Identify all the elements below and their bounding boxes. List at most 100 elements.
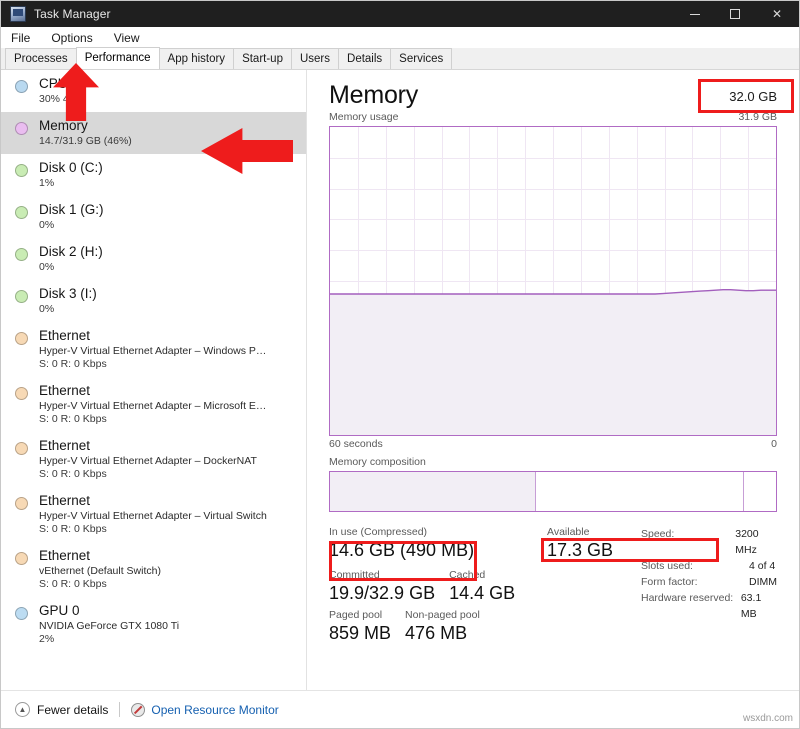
tab-start-up[interactable]: Start-up	[233, 48, 292, 69]
sidebar-item-ethernet-4[interactable]: EthernetHyper-V Virtual Ethernet Adapter…	[1, 487, 306, 542]
sidebar-item-memory[interactable]: Memory14.7/31.9 GB (46%)	[1, 112, 306, 154]
sidebar-item-text: EthernetHyper-V Virtual Ethernet Adapter…	[39, 438, 296, 481]
sidebar-item-text: EthernetHyper-V Virtual Ethernet Adapter…	[39, 493, 296, 536]
chevron-up-icon: ▲	[15, 702, 30, 717]
sidebar-item-gpu-0[interactable]: GPU 0NVIDIA GeForce GTX 1080 Ti2%	[1, 597, 306, 652]
detail-value: 4 of 4	[749, 558, 775, 574]
tab-processes[interactable]: Processes	[5, 48, 77, 69]
sidebar-item-ethernet-5[interactable]: EthernetvEthernet (Default Switch)S: 0 R…	[1, 542, 306, 597]
sidebar-item-stat: 2%	[39, 633, 296, 646]
sidebar-item-text: EthernetHyper-V Virtual Ethernet Adapter…	[39, 383, 296, 426]
committed-label: Committed	[329, 569, 435, 582]
title-bar: Task Manager ✕	[1, 1, 799, 27]
detail-row: Slots used:4 of 4	[641, 558, 777, 574]
status-dot-icon	[15, 164, 28, 177]
sidebar-item-subtitle: Hyper-V Virtual Ethernet Adapter – Micro…	[39, 400, 296, 413]
in-use-value: 14.6 GB (490 MB)	[329, 539, 547, 562]
menu-item-options[interactable]: Options	[49, 31, 101, 45]
stats-column-details: Speed:3200 MHzSlots used:4 of 4Form fact…	[635, 526, 777, 645]
tab-services[interactable]: Services	[390, 48, 452, 69]
resource-monitor-icon	[131, 703, 145, 717]
stats-column-middle: Available 17.3 GB	[547, 526, 635, 645]
paged-pool-label: Paged pool	[329, 609, 391, 622]
window-title: Task Manager	[34, 7, 111, 21]
memory-detail-panel: Memory 32.0 GB Memory usage 31.9 GB 60 s…	[307, 70, 799, 690]
sidebar-item-subtitle: vEthernet (Default Switch)	[39, 565, 296, 578]
sidebar-item-label: Disk 3 (I:)	[39, 286, 296, 302]
sidebar-item-ethernet-2[interactable]: EthernetHyper-V Virtual Ethernet Adapter…	[1, 377, 306, 432]
sidebar-item-ethernet-3[interactable]: EthernetHyper-V Virtual Ethernet Adapter…	[1, 432, 306, 487]
sidebar-item-text: Disk 3 (I:)0%	[39, 286, 296, 316]
sidebar-item-stat: 0%	[39, 303, 296, 316]
memory-composition-label: Memory composition	[329, 456, 777, 468]
detail-value: DIMM	[749, 574, 777, 590]
memory-usage-graph	[329, 126, 777, 436]
sidebar-item-stat: S: 0 R: 0 Kbps	[39, 413, 296, 426]
available-value: 17.3 GB	[547, 539, 635, 562]
status-dot-icon	[15, 497, 28, 510]
memory-capacity: 32.0 GB	[729, 80, 777, 104]
open-resource-monitor-link[interactable]: Open Resource Monitor	[131, 703, 278, 717]
tab-app-history[interactable]: App history	[159, 48, 235, 69]
menu-item-file[interactable]: File	[9, 31, 39, 45]
sidebar-item-ethernet-1[interactable]: EthernetHyper-V Virtual Ethernet Adapter…	[1, 322, 306, 377]
paged-pool-value: 859 MB	[329, 622, 391, 645]
sidebar-item-stat: S: 0 R: 0 Kbps	[39, 578, 296, 591]
fewer-details-button[interactable]: ▲ Fewer details	[15, 702, 108, 717]
sidebar-item-disk-3[interactable]: Disk 3 (I:)0%	[1, 280, 306, 322]
sidebar-item-stat: S: 0 R: 0 Kbps	[39, 358, 296, 371]
detail-row: Speed:3200 MHz	[641, 526, 777, 558]
detail-key: Hardware reserved:	[641, 590, 741, 622]
sidebar-item-disk-2[interactable]: Disk 2 (H:)0%	[1, 238, 306, 280]
sidebar-item-stat: S: 0 R: 0 Kbps	[39, 468, 296, 481]
open-resource-monitor-label: Open Resource Monitor	[151, 703, 278, 717]
detail-row: Hardware reserved:63.1 MB	[641, 590, 777, 622]
cached-value: 14.4 GB	[449, 582, 515, 605]
sidebar-item-disk-1[interactable]: Disk 1 (G:)0%	[1, 196, 306, 238]
stat-available: Available 17.3 GB	[547, 526, 635, 562]
sidebar-item-label: Memory	[39, 118, 296, 134]
sidebar-item-subtitle: Hyper-V Virtual Ethernet Adapter – Windo…	[39, 345, 296, 358]
sidebar-item-subtitle: NVIDIA GeForce GTX 1080 Ti	[39, 620, 296, 633]
sidebar-item-label: Ethernet	[39, 328, 296, 344]
axis-label-right: 0	[771, 438, 777, 450]
fewer-details-label: Fewer details	[37, 703, 108, 717]
sidebar-item-text: Disk 1 (G:)0%	[39, 202, 296, 232]
maximize-button[interactable]	[715, 1, 755, 27]
composition-segment-modified-standby[interactable]	[535, 472, 742, 511]
content-area: CPU30% 4.35Memory14.7/31.9 GB (46%)Disk …	[1, 70, 799, 690]
sidebar-item-label: Ethernet	[39, 438, 296, 454]
stat-committed: Committed 19.9/32.9 GB	[329, 569, 435, 605]
sidebar-item-text: Disk 0 (C:)1%	[39, 160, 296, 190]
sidebar-item-disk-0[interactable]: Disk 0 (C:)1%	[1, 154, 306, 196]
stat-paged-pool: Paged pool 859 MB	[329, 609, 391, 645]
status-bar: ▲ Fewer details Open Resource Monitor	[1, 690, 799, 728]
tab-bar: Processes Performance App history Start-…	[1, 48, 799, 70]
tab-users[interactable]: Users	[291, 48, 339, 69]
sidebar-item-stat: 0%	[39, 219, 296, 232]
minimize-button[interactable]	[675, 1, 715, 27]
sidebar-item-label: Disk 2 (H:)	[39, 244, 296, 260]
sidebar-item-subtitle: Hyper-V Virtual Ethernet Adapter – Virtu…	[39, 510, 296, 523]
sidebar-item-label: Ethernet	[39, 383, 296, 399]
memory-composition-bar[interactable]	[329, 471, 777, 512]
close-button[interactable]: ✕	[755, 1, 799, 27]
menu-item-view[interactable]: View	[112, 31, 149, 45]
status-dot-icon	[15, 122, 28, 135]
tab-details[interactable]: Details	[338, 48, 391, 69]
sidebar-item-stat: 14.7/31.9 GB (46%)	[39, 135, 296, 148]
status-divider	[119, 702, 120, 717]
page-title: Memory	[329, 80, 418, 110]
status-dot-icon	[15, 332, 28, 345]
stat-cached: Cached 14.4 GB	[449, 569, 515, 605]
tab-performance[interactable]: Performance	[76, 47, 160, 69]
sidebar-item-text: Disk 2 (H:)0%	[39, 244, 296, 274]
sidebar-item-stat: 30% 4.35	[39, 93, 296, 106]
composition-segment-in-use[interactable]	[330, 472, 535, 511]
detail-value: 3200 MHz	[735, 526, 777, 558]
sidebar-item-cpu[interactable]: CPU30% 4.35	[1, 70, 306, 112]
graph-caption-row: Memory usage 31.9 GB	[329, 111, 777, 123]
resource-sidebar[interactable]: CPU30% 4.35Memory14.7/31.9 GB (46%)Disk …	[1, 70, 307, 690]
composition-segment-free[interactable]	[743, 472, 776, 511]
status-dot-icon	[15, 290, 28, 303]
